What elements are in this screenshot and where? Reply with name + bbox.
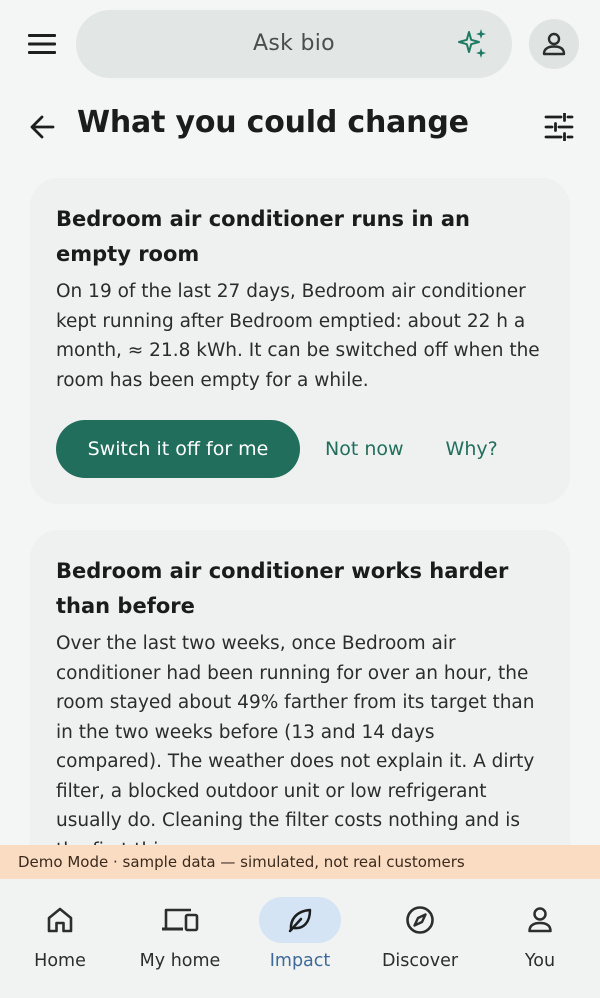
nav-item-you[interactable]: You <box>480 879 600 998</box>
page-title: What you could change <box>77 105 469 140</box>
page-header: What you could change <box>0 95 600 159</box>
nav-icon-container <box>379 897 461 943</box>
tune-icon <box>544 113 574 141</box>
nav-label: Impact <box>269 951 331 971</box>
nav-icon-container <box>259 897 341 943</box>
nav-icon-container <box>19 897 101 943</box>
nav-icon-container <box>499 897 581 943</box>
nav-item-discover[interactable]: Discover <box>360 879 480 998</box>
home-icon <box>47 907 73 933</box>
why-button[interactable]: Why? <box>446 420 498 478</box>
person-icon <box>528 907 552 933</box>
person-icon <box>542 32 566 56</box>
compass-icon <box>406 906 434 934</box>
devices-icon <box>162 908 199 932</box>
card-body: On 19 of the last 27 days, Bedroom air c… <box>56 281 540 391</box>
nav-icon-container <box>139 897 221 943</box>
card-actions: Switch it off for me Not now Why? <box>56 420 498 478</box>
card-body: Over the last two weeks, once Bedroom ai… <box>56 633 535 861</box>
back-button[interactable] <box>22 107 62 147</box>
account-button[interactable] <box>529 19 579 69</box>
nav-item-my-home[interactable]: My home <box>120 879 240 998</box>
card-title: Bedroom air conditioner runs in an empty… <box>56 207 470 266</box>
ask-bio-search[interactable]: Ask bio <box>76 10 512 78</box>
top-bar: Ask bio <box>0 0 600 90</box>
nav-label: My home <box>139 951 221 971</box>
nav-label: You <box>524 951 556 971</box>
nav-label: Discover <box>381 951 459 971</box>
nav-item-impact[interactable]: Impact <box>240 879 360 998</box>
nav-item-home[interactable]: Home <box>0 879 120 998</box>
suggestion-card-empty-room: Bedroom air conditioner runs in an empty… <box>30 178 570 504</box>
not-now-button[interactable]: Not now <box>325 420 404 478</box>
screen: Ask bio What you could change Bedroom ai… <box>0 0 600 998</box>
search-placeholder: Ask bio <box>253 31 335 56</box>
sparkle-icon[interactable] <box>456 27 490 61</box>
switch-off-button[interactable]: Switch it off for me <box>56 420 300 478</box>
menu-button[interactable] <box>22 26 62 62</box>
filter-button[interactable] <box>538 107 580 147</box>
leaf-icon <box>288 908 312 933</box>
menu-icon <box>28 34 56 54</box>
demo-mode-banner: Demo Mode · sample data — simulated, not… <box>0 845 600 879</box>
arrow-back-icon <box>30 115 55 139</box>
bottom-navigation: Home My home Impact Discover You <box>0 879 600 998</box>
card-title: Bedroom air conditioner works harder tha… <box>56 559 509 618</box>
nav-label: Home <box>34 951 86 971</box>
